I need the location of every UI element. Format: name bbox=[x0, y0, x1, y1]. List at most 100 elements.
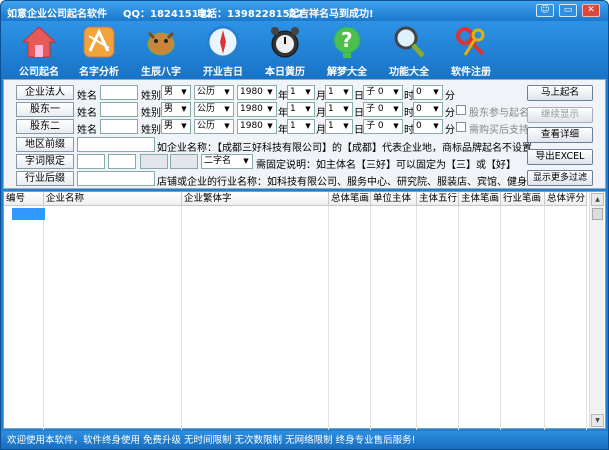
fixed-char-1[interactable] bbox=[77, 154, 105, 169]
gender-label: 姓别 bbox=[141, 108, 161, 119]
gender-label: 姓别 bbox=[141, 91, 161, 102]
name-input[interactable] bbox=[100, 102, 138, 117]
start-naming-button[interactable]: 马上起名 bbox=[527, 85, 593, 101]
column-header[interactable]: 企业繁体字 bbox=[182, 192, 329, 206]
app-window: 如意企业公司起名软件 QQ：182415132 电话：13982281527 起… bbox=[0, 0, 609, 450]
fixed-char-2[interactable] bbox=[108, 154, 136, 169]
column-header[interactable]: 总体评分 bbox=[545, 192, 587, 206]
year-select[interactable]: 1980 ▼ bbox=[237, 102, 277, 117]
chevron-down-icon: ▼ bbox=[433, 88, 439, 96]
column-divider bbox=[500, 206, 501, 430]
gender-select[interactable]: 男 ▼ bbox=[161, 85, 191, 100]
slogan: 起吉祥名马到成功! bbox=[289, 9, 374, 20]
minute-unit: 分 bbox=[445, 125, 455, 136]
view-detail-button[interactable]: 查看详细 bbox=[527, 127, 593, 143]
option-checkbox[interactable] bbox=[456, 122, 466, 132]
selected-cell[interactable] bbox=[12, 208, 45, 220]
question-icon: ? bbox=[329, 24, 365, 60]
alarm-clock-icon bbox=[267, 24, 303, 60]
more-filter-button[interactable]: 显示更多过滤 bbox=[527, 170, 593, 186]
magnifier-icon bbox=[391, 24, 427, 60]
toolbar-daily-almanac[interactable]: 本日黄历 bbox=[253, 21, 317, 79]
minimize-button[interactable]: ▭ bbox=[559, 4, 577, 17]
close-button[interactable]: ✕ bbox=[582, 4, 600, 17]
prefix-input[interactable] bbox=[77, 137, 155, 152]
export-excel-button[interactable]: 导出EXCEL bbox=[527, 149, 593, 165]
toolbar-name-analysis[interactable]: 名字分析 bbox=[67, 21, 131, 79]
app-title: 如意企业公司起名软件 bbox=[7, 9, 107, 20]
chevron-down-icon: ▼ bbox=[243, 157, 249, 165]
column-header[interactable]: 主体笔画 bbox=[459, 192, 501, 206]
chevron-down-icon: ▼ bbox=[224, 105, 230, 113]
scroll-thumb[interactable] bbox=[592, 208, 603, 220]
fixed-note: 需固定说明：如主体名【三好】可以固定为【三】或【好】 bbox=[256, 160, 516, 171]
gender-select[interactable]: 男 ▼ bbox=[161, 119, 191, 134]
calendar-select[interactable]: 公历 ▼ bbox=[194, 102, 234, 117]
toolbar-opening-day[interactable]: 开业吉日 bbox=[191, 21, 255, 79]
year-select[interactable]: 1980 ▼ bbox=[237, 85, 277, 100]
chevron-down-icon: ▼ bbox=[343, 88, 349, 96]
title-bar: 如意企业公司起名软件 QQ：182415132 电话：13982281527 起… bbox=[1, 1, 608, 21]
chevron-down-icon: ▼ bbox=[393, 88, 399, 96]
minute-select[interactable]: 0 ▼ bbox=[413, 85, 443, 100]
suffix-input[interactable] bbox=[77, 171, 155, 186]
column-header[interactable]: 单位主体 bbox=[371, 192, 417, 206]
skin-button[interactable]: ☺ bbox=[536, 4, 554, 17]
month-select[interactable]: 1 ▼ bbox=[287, 85, 315, 100]
column-header[interactable]: 编号 bbox=[4, 192, 44, 206]
column-divider bbox=[370, 206, 371, 430]
vertical-scrollbar[interactable]: ▲ ▼ bbox=[589, 193, 604, 428]
prefix-note: 如企业名称：【成都三好科技有限公司】的【成都】代表企业地，商标品牌起名不设置 bbox=[157, 143, 532, 154]
scroll-up-icon[interactable]: ▲ bbox=[591, 193, 604, 206]
toolbar: 公司起名 名字分析 生辰八字 开业吉日 本日黄历 ? 解梦大全 功能大全 软件注册 bbox=[1, 21, 608, 79]
option-checkbox[interactable] bbox=[456, 105, 466, 115]
option-label: 股东参与起名 bbox=[469, 108, 529, 119]
column-header[interactable]: 主体五行 bbox=[417, 192, 459, 206]
year-select[interactable]: 1980 ▼ bbox=[237, 119, 277, 134]
hour-select[interactable]: 子 0 ▼ bbox=[363, 102, 403, 117]
day-select[interactable]: 1 ▼ bbox=[325, 102, 353, 117]
chevron-down-icon: ▼ bbox=[343, 105, 349, 113]
minute-select[interactable]: 0 ▼ bbox=[413, 119, 443, 134]
name-label: 姓名 bbox=[77, 125, 97, 136]
chevron-down-icon: ▼ bbox=[267, 88, 273, 96]
fixed-char-3[interactable] bbox=[140, 154, 168, 169]
gender-select[interactable]: 男 ▼ bbox=[161, 102, 191, 117]
toolbar-birth-bazi[interactable]: 生辰八字 bbox=[129, 21, 193, 79]
fixed-label: 字词限定 bbox=[16, 154, 74, 169]
results-table[interactable]: 编号 企业名称 企业繁体字 总体笔画 单位主体 主体五行 主体笔画 行业笔画 总体评分 ▲ ▼ bbox=[3, 191, 606, 430]
toolbar-all-functions[interactable]: 功能大全 bbox=[377, 21, 441, 79]
horse-icon bbox=[143, 24, 179, 60]
house-icon bbox=[21, 24, 57, 60]
toolbar-registration[interactable]: 软件注册 bbox=[439, 21, 503, 79]
chevron-down-icon: ▼ bbox=[433, 105, 439, 113]
chevron-down-icon: ▼ bbox=[433, 122, 439, 130]
minute-select[interactable]: 0 ▼ bbox=[413, 102, 443, 117]
calendar-select[interactable]: 公历 ▼ bbox=[194, 85, 234, 100]
column-header[interactable]: 行业笔画 bbox=[501, 192, 545, 206]
scroll-down-icon[interactable]: ▼ bbox=[591, 414, 604, 427]
svg-text:?: ? bbox=[341, 28, 353, 52]
continue-display-button[interactable]: 继续显示 bbox=[527, 107, 593, 123]
name-input[interactable] bbox=[100, 85, 138, 100]
hour-select[interactable]: 子 0 ▼ bbox=[363, 119, 403, 134]
column-divider bbox=[544, 206, 545, 430]
name-input[interactable] bbox=[100, 119, 138, 134]
suffix-note: 店铺或企业的行业名称：如科技有限公司、服务中心、研究院、服装店、宾馆、健身房等 bbox=[157, 177, 547, 188]
hour-select[interactable]: 子 0 ▼ bbox=[363, 85, 403, 100]
name-length-select[interactable]: 二字名 ▼ bbox=[201, 154, 253, 169]
chevron-down-icon: ▼ bbox=[267, 122, 273, 130]
calendar-select[interactable]: 公历 ▼ bbox=[194, 119, 234, 134]
toolbar-company-naming[interactable]: 公司起名 bbox=[7, 21, 71, 79]
toolbar-dream-interpretation[interactable]: ? 解梦大全 bbox=[315, 21, 379, 79]
name-label: 姓名 bbox=[77, 91, 97, 102]
day-select[interactable]: 1 ▼ bbox=[325, 119, 353, 134]
fixed-char-4[interactable] bbox=[170, 154, 198, 169]
column-header[interactable]: 总体笔画 bbox=[329, 192, 371, 206]
month-select[interactable]: 1 ▼ bbox=[287, 119, 315, 134]
month-select[interactable]: 1 ▼ bbox=[287, 102, 315, 117]
role-label: 股东二 bbox=[16, 119, 74, 134]
column-header[interactable]: 企业名称 bbox=[44, 192, 182, 206]
column-divider bbox=[181, 206, 182, 430]
day-select[interactable]: 1 ▼ bbox=[325, 85, 353, 100]
